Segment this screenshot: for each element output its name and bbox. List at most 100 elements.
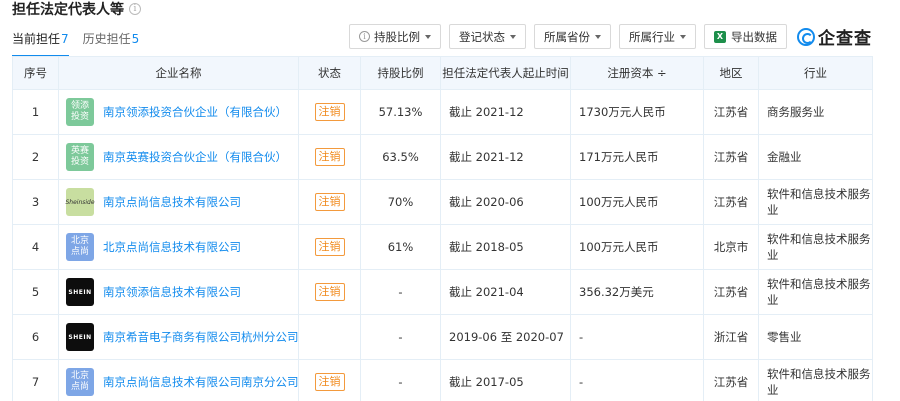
tab-history[interactable]: 历史担任5 [83, 30, 140, 57]
column-header: 序号 [12, 56, 59, 90]
region: 北京市 [703, 224, 759, 270]
row-number: 1 [12, 89, 59, 135]
export-label: 导出数据 [731, 29, 777, 44]
tab-current[interactable]: 当前担任7 [12, 30, 69, 57]
excel-icon: X [714, 30, 726, 43]
company-logo: 北京 点尚 [66, 233, 94, 261]
row-number: 2 [12, 134, 59, 180]
company-logo: 英赛 投资 [66, 143, 94, 171]
status-cell [298, 314, 361, 360]
caret-down-icon [425, 34, 431, 39]
toolbar: i 持股比例 登记状态 所属省份 所属行业 X 导出数据 企查查 [349, 24, 872, 49]
tenure-period: 2019-06 至 2020-07 [440, 314, 571, 360]
shareholding-ratio: - [360, 359, 441, 401]
brand-logo: 企查查 [797, 24, 872, 49]
column-header-sortable[interactable]: 注册资本 ÷ [570, 56, 704, 90]
registration-status-dropdown[interactable]: 登记状态 [449, 24, 526, 49]
company-cell: SHEIN 南京希音电子商务有限公司杭州分公司 [58, 314, 299, 360]
info-icon[interactable]: i [129, 3, 141, 15]
shareholding-ratio: 61% [360, 224, 441, 270]
company-logo: Sheinside [65, 188, 95, 216]
industry: 零售业 [758, 314, 873, 360]
caret-down-icon [680, 34, 686, 39]
industry: 软件和信息技术服务业 [758, 269, 873, 315]
shareholding-ratio: - [360, 269, 441, 315]
industry: 软件和信息技术服务业 [758, 359, 873, 401]
status-badge: 注销 [314, 103, 345, 121]
industry-dropdown[interactable]: 所属行业 [619, 24, 696, 49]
status-cell: 注销 [298, 179, 361, 225]
table-row: 1 领添 投资 南京领添投资合伙企业（有限合伙） 注销 57.13% 截止 2021-12… [12, 89, 873, 135]
company-link[interactable]: 南京英赛投资合伙企业（有限合伙） [103, 149, 287, 165]
company-logo: SHEIN [66, 278, 94, 306]
status-cell: 注销 [298, 269, 361, 315]
tenure-period: 截止 2021-12 [440, 89, 571, 135]
section-header: 担任法定代表人等 i [12, 0, 141, 18]
company-logo: 领添 投资 [66, 98, 94, 126]
table-row: 7 北京 点尚 南京点尚信息技术有限公司南京分公司 注销 - 截止 2017-05- 江苏省… [12, 359, 873, 401]
shareholding-ratio: - [360, 314, 441, 360]
status-badge: 注销 [314, 238, 345, 256]
region: 浙江省 [703, 314, 759, 360]
table-row: 6 SHEIN 南京希音电子商务有限公司杭州分公司 -2019-06 至 2020-0… [12, 314, 873, 360]
region: 江苏省 [703, 359, 759, 401]
tenure-period: 截止 2021-12 [440, 134, 571, 180]
region: 江苏省 [703, 89, 759, 135]
table-row: 3 Sheinside 南京点尚信息技术有限公司 注销 70% 截止 2020-06 100… [12, 179, 873, 225]
region: 江苏省 [703, 269, 759, 315]
region: 江苏省 [703, 179, 759, 225]
column-header: 行业 [758, 56, 873, 90]
column-header: 持股比例 [360, 56, 441, 90]
tab-current-count: 7 [61, 32, 69, 46]
company-link[interactable]: 南京希音电子商务有限公司杭州分公司 [103, 329, 299, 345]
registration-status-label: 登记状态 [459, 29, 505, 44]
tab-history-label: 历史担任 [82, 32, 131, 46]
column-header: 担任法定代表人起止时间 [440, 56, 571, 90]
qichacha-logo-icon [797, 27, 815, 46]
table-header-row: 序号 企业名称 状态 持股比例 担任法定代表人起止时间 注册资本 ÷ 地区 行业 [12, 56, 873, 90]
registered-capital: 1730万元人民币 [570, 89, 704, 135]
company-link[interactable]: 南京点尚信息技术有限公司南京分公司 [103, 374, 299, 390]
registered-capital: 171万元人民币 [570, 134, 704, 180]
region: 江苏省 [703, 134, 759, 180]
shareholding-ratio-dropdown[interactable]: i 持股比例 [349, 24, 441, 49]
table-row: 5 SHEIN 南京领添信息技术有限公司 注销 - 截止 2021-04 356.32万美元… [12, 269, 873, 315]
shareholding-ratio: 63.5% [360, 134, 441, 180]
registered-capital: 100万元人民币 [570, 224, 704, 270]
company-cell: SHEIN 南京领添信息技术有限公司 [58, 269, 299, 315]
registered-capital: 100万元人民币 [570, 179, 704, 225]
status-cell: 注销 [298, 359, 361, 401]
industry: 软件和信息技术服务业 [758, 224, 873, 270]
company-logo: 北京 点尚 [66, 368, 94, 396]
company-cell: 北京 点尚 南京点尚信息技术有限公司南京分公司 [58, 359, 299, 401]
caret-down-icon [595, 34, 601, 39]
company-cell: Sheinside 南京点尚信息技术有限公司 [58, 179, 299, 225]
shareholding-ratio: 70% [360, 179, 441, 225]
industry: 软件和信息技术服务业 [758, 179, 873, 225]
row-number: 4 [12, 224, 59, 270]
shareholding-ratio: 57.13% [360, 89, 441, 135]
info-icon: i [359, 31, 370, 42]
province-label: 所属省份 [544, 29, 590, 44]
company-link[interactable]: 南京领添信息技术有限公司 [103, 284, 241, 300]
status-cell: 注销 [298, 224, 361, 270]
export-button[interactable]: X 导出数据 [704, 24, 787, 49]
status-badge: 注销 [314, 373, 345, 391]
province-dropdown[interactable]: 所属省份 [534, 24, 611, 49]
status-badge: 注销 [314, 193, 345, 211]
row-number: 3 [12, 179, 59, 225]
company-link[interactable]: 南京领添投资合伙企业（有限合伙） [103, 104, 287, 120]
status-badge: 注销 [314, 283, 345, 301]
industry: 金融业 [758, 134, 873, 180]
status-cell: 注销 [298, 134, 361, 180]
company-link[interactable]: 南京点尚信息技术有限公司 [103, 194, 241, 210]
registered-capital: - [570, 314, 704, 360]
table-row: 4 北京 点尚 北京点尚信息技术有限公司 注销 61% 截止 2018-05 100万元人民… [12, 224, 873, 270]
column-header: 状态 [298, 56, 361, 90]
status-badge: 注销 [314, 148, 345, 166]
company-link[interactable]: 北京点尚信息技术有限公司 [103, 239, 241, 255]
column-header: 地区 [703, 56, 759, 90]
row-number: 7 [12, 359, 59, 401]
tenure-period: 截止 2021-04 [440, 269, 571, 315]
row-number: 5 [12, 269, 59, 315]
